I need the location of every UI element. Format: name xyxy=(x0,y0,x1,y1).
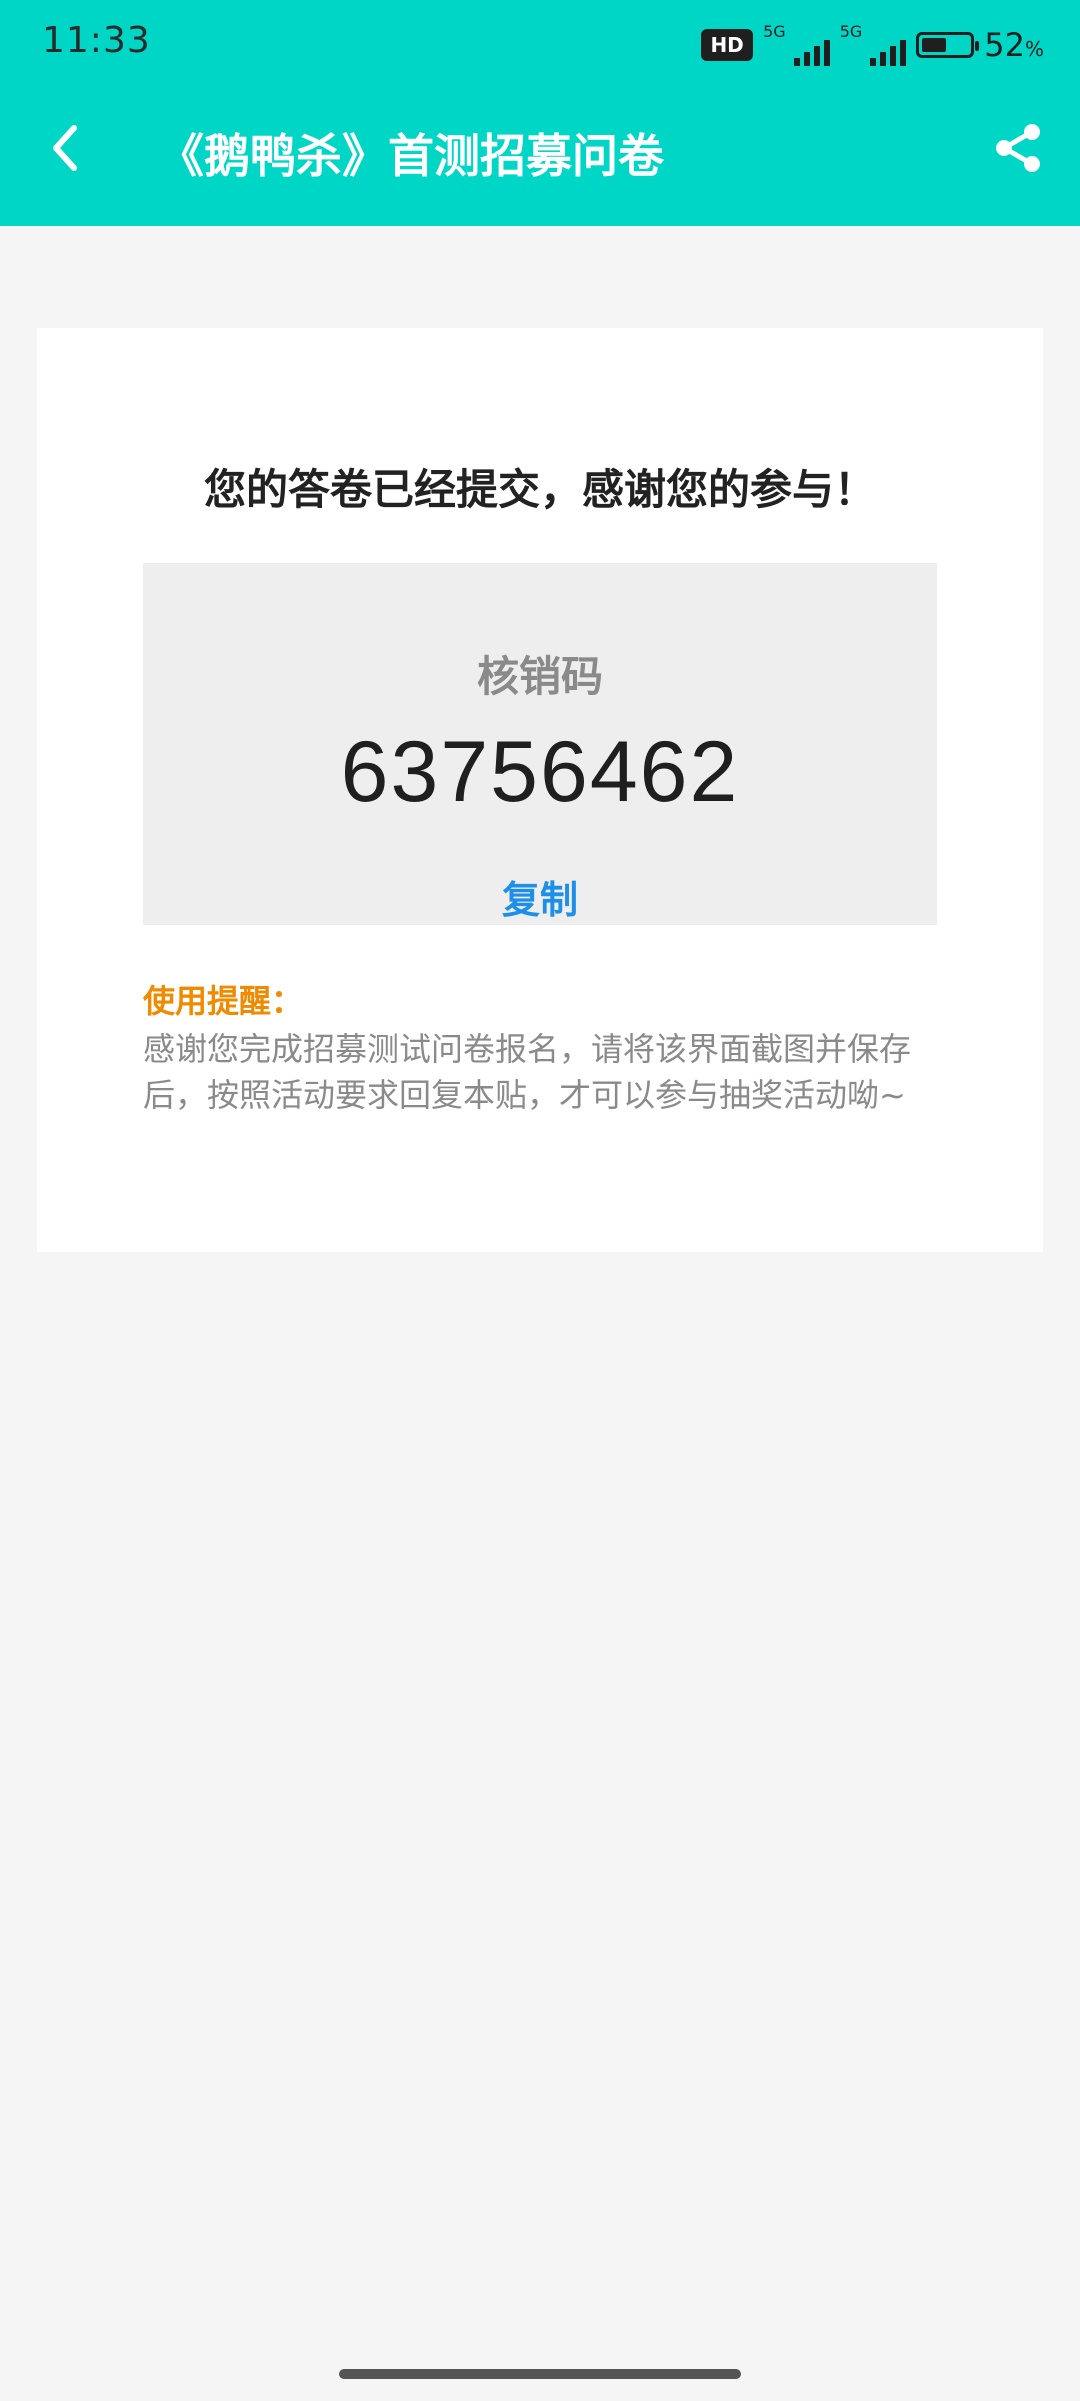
battery-percentage: 52% xyxy=(984,26,1044,64)
navigation-bar: 《鹅鸭杀》首测招募问卷 xyxy=(0,88,1080,226)
back-button[interactable] xyxy=(36,118,96,178)
battery-icon xyxy=(916,32,980,58)
copy-code-button[interactable]: 复制 xyxy=(143,869,937,924)
submission-result-card: 您的答卷已经提交，感谢您的参与！ 核销码 63756462 复制 使用提醒： 感… xyxy=(37,328,1043,1252)
share-icon xyxy=(996,124,1040,172)
redemption-code-box: 核销码 63756462 复制 xyxy=(143,563,937,925)
page-title: 《鹅鸭杀》首测招募问卷 xyxy=(158,129,664,183)
redemption-code-label: 核销码 xyxy=(476,652,603,701)
usage-reminder-text: 感谢您完成招募测试问卷报名，请将该界面截图并保存后，按照活动要求回复本贴，才可以… xyxy=(143,1030,912,1114)
hd-voice-icon: HD xyxy=(701,29,754,61)
status-icons: HD 5G 5G 52% xyxy=(701,22,1044,68)
home-indicator-bar[interactable] xyxy=(339,2369,741,2379)
signal-sim1-icon: 5G xyxy=(763,24,830,66)
usage-reminder-title: 使用提醒： xyxy=(143,982,304,1020)
app-header: 11:33 HD 5G 5G 52% 《鹅鸭杀》首测招募问卷 xyxy=(0,0,1080,226)
signal-sim2-icon: 5G xyxy=(840,24,907,66)
submission-success-message: 您的答卷已经提交，感谢您的参与！ xyxy=(203,465,876,514)
redemption-code-value: 63756462 xyxy=(340,724,740,820)
sim1-network-label: 5G xyxy=(763,22,786,41)
share-button[interactable] xyxy=(988,118,1048,178)
battery-level-fill xyxy=(922,38,947,52)
sim2-network-label: 5G xyxy=(839,22,863,41)
status-time: 11:33 xyxy=(42,20,151,61)
chevron-left-icon xyxy=(53,125,77,171)
status-bar: 11:33 HD 5G 5G 52% xyxy=(0,0,1080,88)
